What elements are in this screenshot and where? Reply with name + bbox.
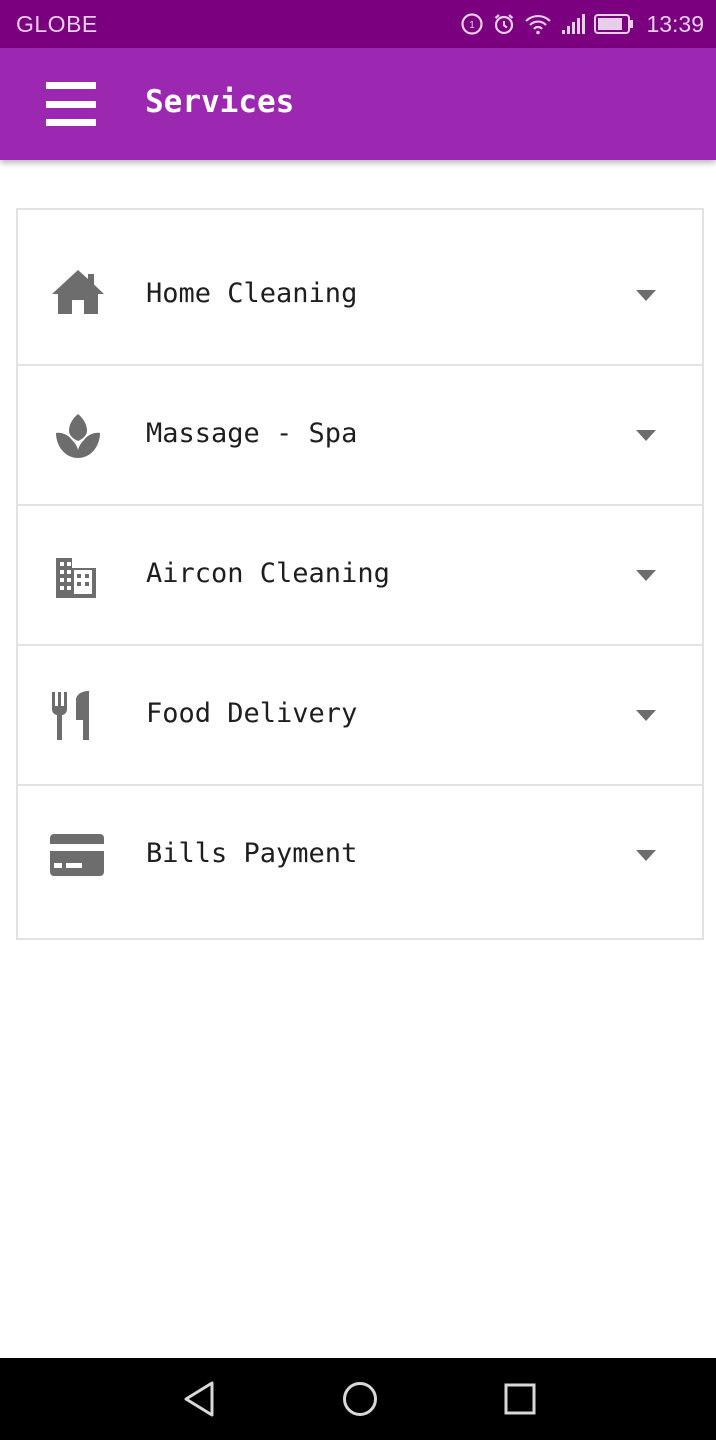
clock: 13:39 — [646, 10, 704, 37]
carrier-name: GLOBE — [16, 11, 98, 37]
service-label: Food Delivery — [146, 698, 358, 729]
restaurant-icon — [50, 690, 106, 746]
navigation-bar — [0, 1358, 716, 1440]
building-icon — [50, 552, 106, 608]
credit-card-icon — [50, 834, 106, 890]
service-label: Home Cleaning — [146, 278, 358, 309]
chevron-down-icon — [636, 850, 656, 861]
service-label: Massage - Spa — [146, 418, 358, 449]
status-bar: GLOBE 1 13:39 — [0, 0, 716, 48]
chevron-down-icon — [636, 290, 656, 301]
service-item-home-cleaning[interactable]: Home Cleaning — [18, 210, 702, 366]
service-label: Bills Payment — [146, 838, 358, 869]
home-icon — [50, 268, 106, 324]
data-saver-icon: 1 — [460, 12, 484, 36]
svg-text:1: 1 — [470, 20, 476, 31]
home-circle-icon — [343, 1382, 377, 1416]
alarm-icon — [492, 12, 516, 36]
service-item-bills-payment[interactable]: Bills Payment — [18, 786, 702, 938]
services-list: Home Cleaning Massage - Spa Aircon Clean… — [16, 208, 704, 940]
signal-icon — [560, 12, 586, 36]
chevron-down-icon — [636, 430, 656, 441]
recents-button[interactable] — [496, 1375, 544, 1423]
service-label: Aircon Cleaning — [146, 558, 390, 589]
back-button[interactable] — [176, 1375, 224, 1423]
wifi-icon — [524, 12, 552, 36]
menu-button[interactable] — [36, 70, 108, 138]
spa-icon — [50, 412, 106, 468]
page-title: Services — [145, 84, 295, 120]
chevron-down-icon — [636, 570, 656, 581]
app-bar: Services — [0, 48, 716, 160]
battery-icon — [594, 13, 634, 35]
service-item-food-delivery[interactable]: Food Delivery — [18, 646, 702, 786]
service-item-aircon-cleaning[interactable]: Aircon Cleaning — [18, 506, 702, 646]
home-button[interactable] — [336, 1375, 384, 1423]
recents-icon — [504, 1383, 536, 1415]
back-icon — [184, 1381, 214, 1417]
status-icons: 1 13:39 — [460, 10, 704, 38]
service-item-massage-spa[interactable]: Massage - Spa — [18, 366, 702, 506]
chevron-down-icon — [636, 710, 656, 721]
